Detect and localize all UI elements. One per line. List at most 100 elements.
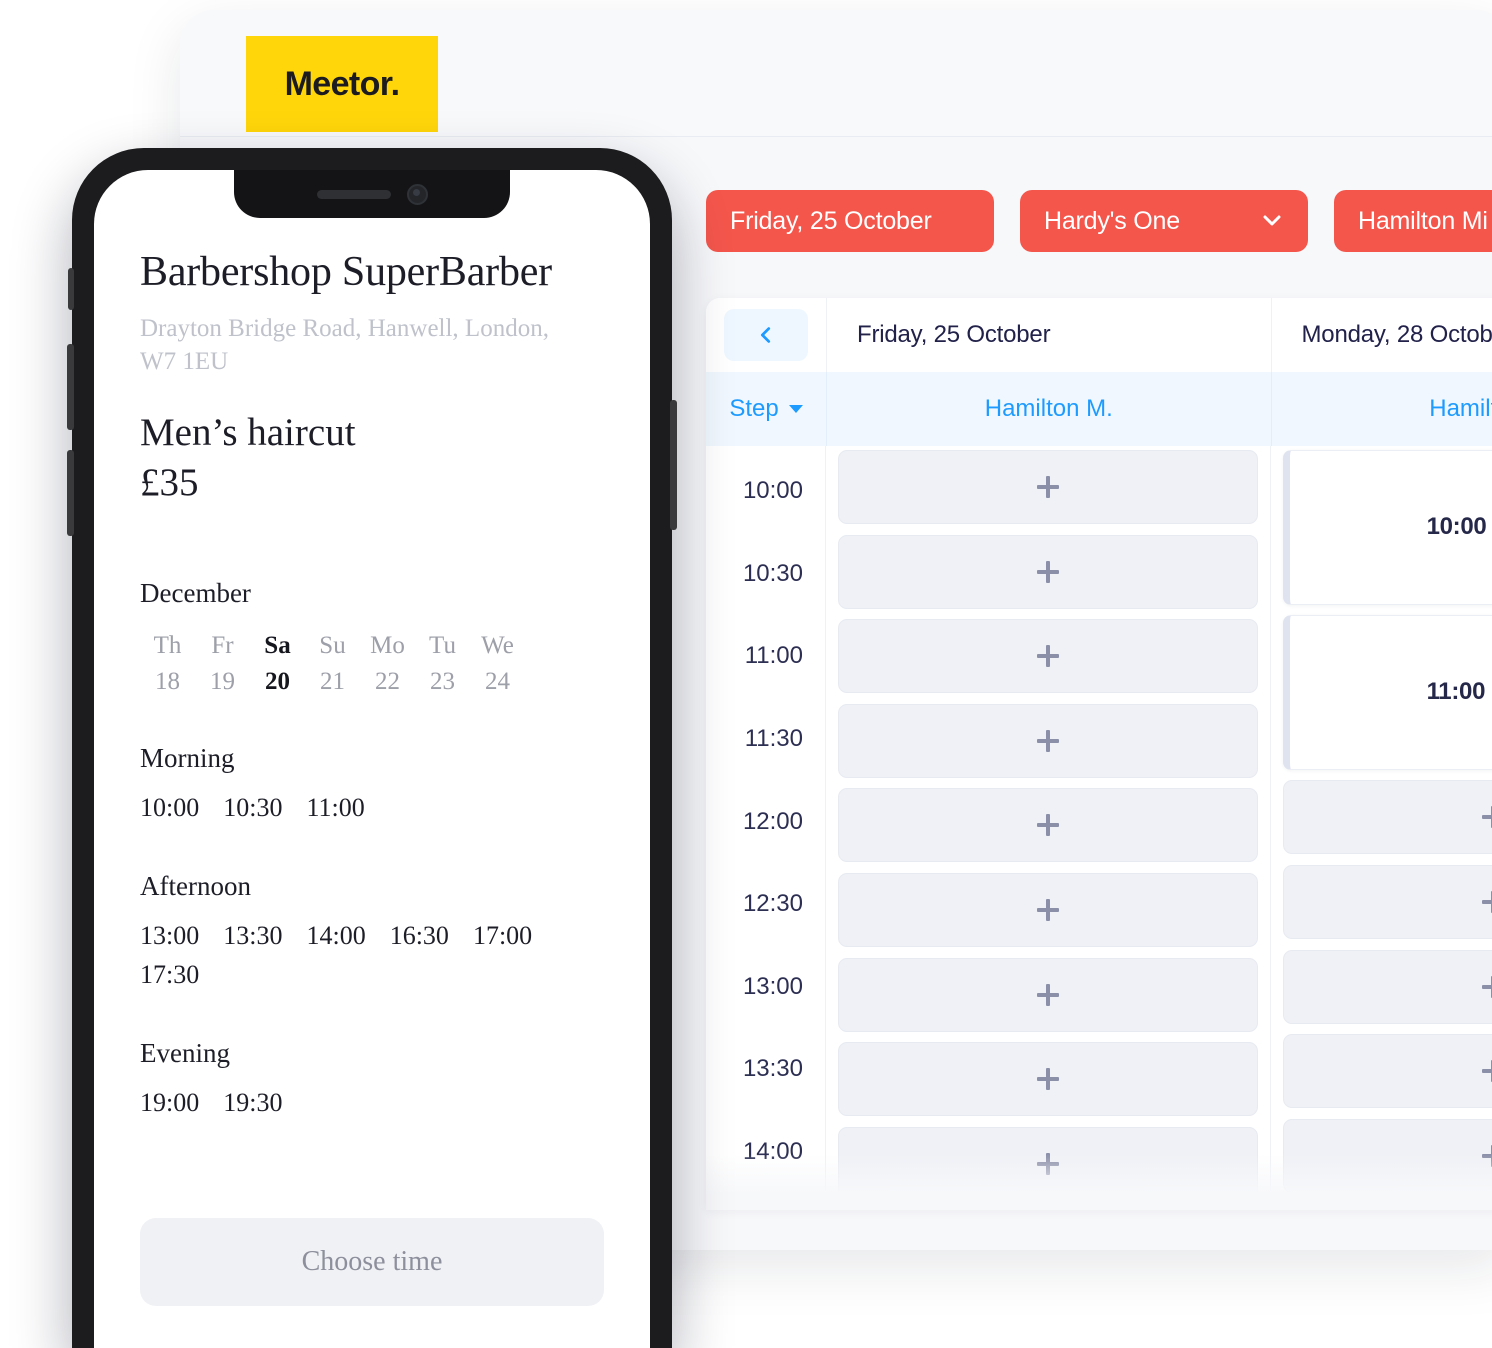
chevron-left-icon [755,324,777,346]
service-price: £35 [140,458,604,508]
calendar-day[interactable]: We24 [470,627,525,700]
previous-day-button[interactable] [724,309,808,361]
filter-pill-staff[interactable]: Hamilton Mi [1334,190,1492,252]
step-dropdown-label: Step [729,395,778,423]
plus-icon [1037,984,1059,1006]
plus-icon [1037,645,1059,667]
choose-time-button[interactable]: Choose time [140,1218,604,1306]
phone-volume-up-button [67,344,74,430]
phone-mockup: Barbershop SuperBarber Drayton Bridge Ro… [72,148,672,1348]
slot-group-times: 19:00 19:30 [140,1083,604,1122]
calendar-day-selected[interactable]: Sa20 [250,627,305,700]
schedule-empty-slot[interactable] [1283,1203,1492,1210]
filter-pill-location[interactable]: Hardy's One [1020,190,1308,252]
schedule-empty-slot[interactable] [838,619,1258,693]
phone-screen: Barbershop SuperBarber Drayton Bridge Ro… [94,170,650,1348]
schedule-empty-slot[interactable] [838,704,1258,778]
schedule-booking-time: 10:00 - 11:00 [1427,513,1492,541]
plus-icon [1482,891,1492,913]
schedule-column-header-0[interactable]: Friday, 25 October [827,298,1272,372]
time-slot-option[interactable]: 14:00 [306,916,365,955]
schedule-staff-0[interactable]: Hamilton M. [827,372,1272,446]
schedule-time-label: 12:00 [706,780,825,863]
schedule-time-label: 13:30 [706,1028,825,1111]
filter-pill-staff-label: Hamilton Mi [1358,207,1488,236]
schedule-empty-slot[interactable] [838,535,1258,609]
time-slot-option[interactable]: 17:00 [473,916,532,955]
schedule-empty-slot[interactable] [1283,1034,1492,1108]
plus-icon [1037,730,1059,752]
calendar-day-name: Th [140,627,195,665]
calendar-day[interactable]: Mo22 [360,627,415,700]
calendar-day-name: Tu [415,627,470,665]
calendar-day-number: 21 [305,664,360,699]
schedule-day-column-0 [826,446,1271,1210]
chevron-down-icon [1260,208,1284,232]
schedule-empty-slot[interactable] [838,1127,1258,1201]
schedule-booking-block[interactable]: 11:00 - 12:00 [1283,615,1492,770]
time-slot-option[interactable]: 19:30 [223,1083,282,1122]
schedule-time-label: 13:00 [706,946,825,1029]
time-slot-option[interactable]: 19:00 [140,1083,199,1122]
schedule-staff-1[interactable]: Hamilton M. [1272,372,1492,446]
time-slot-option[interactable]: 10:00 [140,788,199,827]
schedule-empty-slot[interactable] [838,958,1258,1032]
time-slot-option[interactable]: 10:30 [223,788,282,827]
filter-pill-date-label: Friday, 25 October [730,207,932,236]
schedule-empty-slot[interactable] [1283,950,1492,1024]
schedule-time-axis: 10:0010:3011:0011:3012:0012:3013:0013:30… [706,446,826,1210]
time-slot-option[interactable]: 17:30 [140,955,199,994]
schedule-time-label: 14:00 [706,1111,825,1194]
calendar-day-number: 18 [140,664,195,699]
calendar-day-name: Sa [250,627,305,665]
calendar-day-strip: Th18Fr19Sa20Su21Mo22Tu23We24 [140,627,604,700]
brand-logo[interactable]: Meetor. [246,36,438,132]
calendar-month-label: December [140,578,604,609]
time-slot-option[interactable]: 16:30 [390,916,449,955]
step-dropdown[interactable]: Step [729,395,802,423]
schedule-empty-slot[interactable] [1283,865,1492,939]
schedule-empty-slot[interactable] [838,1042,1258,1116]
calendar-day[interactable]: Tu23 [415,627,470,700]
schedule-column-date-1: Monday, 28 October [1302,321,1492,349]
slot-group-title: Evening [140,1038,604,1069]
schedule-column-date-0: Friday, 25 October [857,321,1050,349]
time-slot-option[interactable]: 11:00 [306,788,364,827]
schedule-empty-slot[interactable] [838,788,1258,862]
filter-pill-date[interactable]: Friday, 25 October [706,190,994,252]
booking-app-content: Barbershop SuperBarber Drayton Bridge Ro… [94,170,650,1348]
schedule-time-label: 10:00 [706,450,825,533]
calendar-day-name: Fr [195,627,250,665]
calendar-day-number: 24 [470,664,525,699]
plus-icon [1037,899,1059,921]
schedule-panel: Friday, 25 October Monday, 28 October St… [706,298,1492,1210]
calendar-day[interactable]: Th18 [140,627,195,700]
earpiece-speaker-icon [317,190,391,199]
header-divider [180,136,1492,137]
plus-icon [1037,1068,1059,1090]
schedule-empty-slot[interactable] [838,873,1258,947]
app-header-bar: Meetor. [180,10,1492,136]
plus-icon [1482,976,1492,998]
front-camera-icon [407,184,428,205]
time-slot-option[interactable]: 13:00 [140,916,199,955]
time-slot-option[interactable]: 13:30 [223,916,282,955]
schedule-booking-block[interactable]: 10:00 - 11:00 [1283,450,1492,605]
calendar-day-number: 23 [415,664,470,699]
calendar-day[interactable]: Su21 [305,627,360,700]
time-slot-groups: Morning10:0010:3011:00Afternoon13:0013:3… [140,743,604,1122]
slot-group-times: 10:00 10:30 11:00 [140,788,604,827]
schedule-empty-slot[interactable] [838,450,1258,524]
calendar-day-name: Su [305,627,360,665]
calendar-day[interactable]: Fr19 [195,627,250,700]
schedule-empty-slot[interactable] [1283,780,1492,854]
plus-icon [1037,1153,1059,1175]
schedule-time-label: 11:30 [706,698,825,781]
phone-mute-switch [68,268,74,310]
schedule-grid: 10:0010:3011:0011:3012:0012:3013:0013:30… [706,446,1492,1210]
caret-down-icon [789,405,803,413]
schedule-column-header-1[interactable]: Monday, 28 October [1272,298,1492,372]
schedule-empty-slot[interactable] [1283,1119,1492,1193]
choose-time-label: Choose time [302,1246,443,1278]
phone-power-button [670,400,677,530]
